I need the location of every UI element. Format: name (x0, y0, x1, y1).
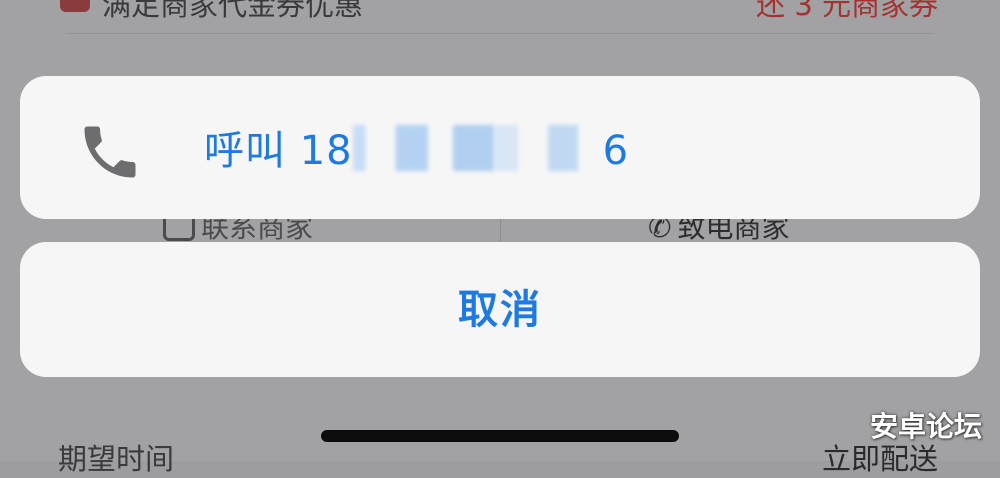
call-number-prefix: 呼叫 18 (204, 128, 353, 174)
call-number-suffix: 6 (602, 128, 630, 174)
coupon-value: 还 3 元商家券 (756, 0, 938, 22)
cancel-label[interactable]: 取消 (20, 285, 980, 335)
redacted-number (352, 125, 603, 171)
watermark: 安卓论坛 (869, 410, 982, 443)
coupon-icon (60, 0, 90, 12)
home-indicator[interactable] (321, 430, 679, 442)
coupon-row: 满足商家代金券优惠 还 3 元商家券 (0, 0, 1000, 28)
background-page: 满足商家代金券优惠 还 3 元商家券 联系商家 ✆ 致电商家 期望时间 立即配送 (0, 0, 1000, 476)
coupon-text: 满足商家代金券优惠 (102, 0, 364, 22)
expected-time-label: 期望时间 (58, 442, 175, 476)
delivery-row: 期望时间 立即配送 (0, 436, 1000, 476)
divider (66, 33, 934, 34)
call-option-label[interactable]: 呼叫 18 6 (204, 125, 629, 176)
phone-icon (84, 126, 136, 178)
